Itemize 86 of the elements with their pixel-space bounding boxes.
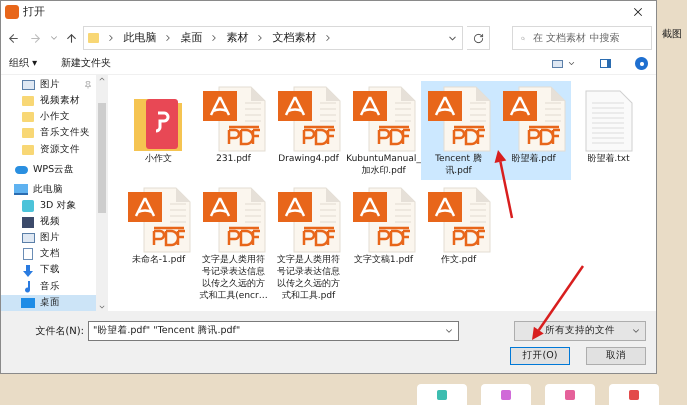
preview-pane-button[interactable]: [600, 59, 611, 68]
file-item[interactable]: 作文.pdf: [421, 182, 496, 305]
file-item[interactable]: 文字是人类用符号记录表达信息以传之久远的方式和工具.pdf: [271, 182, 346, 305]
file-item[interactable]: 文字是人类用符号记录表达信息以传之久远的方式和工具(encr…: [196, 182, 271, 305]
file-item[interactable]: 小作文: [121, 81, 196, 180]
app-card[interactable]: [609, 384, 659, 405]
cloud-icon: [14, 166, 28, 174]
help-icon: [640, 62, 644, 66]
background-label: 截图: [662, 28, 682, 42]
file-item[interactable]: KubuntuManual_加水印.pdf: [346, 81, 421, 180]
music-note-icon: [23, 280, 33, 293]
sidebar-item[interactable]: 视频: [1, 214, 96, 230]
folder-icon: [22, 112, 34, 122]
new-folder-button[interactable]: 新建文件夹: [61, 56, 112, 71]
sidebar-item[interactable]: 3D 对象: [1, 198, 96, 214]
file-item[interactable]: 盼望着.pdf: [496, 81, 571, 180]
pdf-file-icon: [426, 85, 492, 153]
cancel-button[interactable]: 取消: [586, 347, 646, 365]
film-icon: [22, 216, 34, 228]
sidebar-item[interactable]: 桌面: [1, 294, 96, 311]
sidebar-item[interactable]: 此电脑: [1, 182, 96, 198]
sidebar-item[interactable]: 文档: [1, 246, 96, 263]
file-item[interactable]: Drawing4.pdf: [271, 81, 346, 180]
file-item[interactable]: 文字文稿1.pdf: [346, 182, 421, 305]
picture-icon: [22, 80, 34, 90]
pdf-file-icon: [426, 186, 492, 254]
text-file-icon: [584, 89, 634, 153]
filename-combo[interactable]: "盼望着.pdf" "Tencent 腾讯.pdf": [88, 321, 459, 341]
view-icon: [552, 60, 563, 68]
address-bar[interactable]: 此电脑 桌面 素材 文档素材: [83, 26, 463, 50]
sidebar-item[interactable]: 图片: [1, 77, 96, 94]
breadcrumb[interactable]: 此电脑: [119, 30, 160, 46]
app-card[interactable]: [481, 384, 531, 405]
sidebar-item[interactable]: 音乐文件夹: [1, 125, 96, 142]
file-item[interactable]: 未命名-1.pdf: [121, 182, 196, 305]
sidebar-item[interactable]: 资源文件: [1, 142, 96, 158]
sidebar-item[interactable]: 视频素材: [1, 93, 96, 110]
pdf-file-icon: [200, 186, 266, 254]
folder-icon: [22, 144, 34, 155]
view-options-button[interactable]: [552, 59, 576, 68]
picture-icon: [22, 233, 34, 244]
window-title: 打开: [23, 4, 46, 20]
sidebar-item[interactable]: 小作文: [1, 109, 96, 126]
sidebar-item[interactable]: 图片: [1, 230, 96, 246]
computer-icon: [14, 184, 28, 196]
breadcrumb[interactable]: 文档素材: [268, 30, 320, 46]
folder-icon: [22, 96, 34, 106]
document-icon: [23, 248, 33, 260]
chevron-up-icon: [98, 75, 106, 83]
breadcrumb[interactable]: 素材: [222, 30, 252, 46]
file-item[interactable]: Tencent 腾讯.pdf: [421, 81, 496, 180]
breadcrumb[interactable]: 桌面: [176, 30, 206, 46]
filename-field[interactable]: "盼望着.pdf" "Tencent 腾讯.pdf": [93, 324, 444, 338]
pdf-file-icon: [350, 85, 416, 153]
folder-icon: [22, 128, 34, 138]
file-item[interactable]: 231.pdf: [196, 81, 271, 180]
folder-icon: [88, 33, 100, 43]
pdf-file-icon: [276, 85, 342, 153]
help-button[interactable]: [635, 57, 648, 70]
cube-icon: [22, 200, 34, 212]
filename-label: 文件名(N):: [35, 326, 84, 336]
organize-button[interactable]: 组织 ▾: [9, 56, 38, 71]
file-item[interactable]: 盼望着.txt: [571, 81, 646, 180]
down-arrow-icon: [22, 264, 34, 277]
refresh-button[interactable]: [467, 26, 490, 50]
file-type-dropdown[interactable]: 所有支持的文件: [514, 321, 646, 341]
desktop-icon: [21, 298, 35, 308]
app-icon: [5, 5, 19, 19]
search-box[interactable]: 在 文档素材 中搜索: [512, 26, 652, 50]
pdf-file-icon: [126, 186, 192, 254]
close-icon: [631, 5, 645, 19]
pdf-file-icon: [500, 85, 566, 153]
scrollbar[interactable]: [96, 75, 108, 311]
pdf-file-icon: [200, 85, 266, 153]
app-card[interactable]: [417, 384, 467, 405]
sidebar-item[interactable]: 音乐: [1, 278, 96, 295]
pdf-file-icon: [276, 186, 342, 254]
pin-icon: [84, 81, 92, 90]
sidebar-item[interactable]: WPS云盘: [1, 162, 96, 178]
sidebar-item[interactable]: 下载: [1, 262, 96, 279]
open-button[interactable]: 打开(O): [510, 347, 570, 365]
pdf-file-icon: [350, 186, 416, 254]
app-card[interactable]: [545, 384, 595, 405]
search-field[interactable]: 在 文档素材 中搜索: [533, 30, 643, 46]
refresh-icon: [472, 32, 484, 44]
annotation-arrow: [494, 150, 514, 218]
